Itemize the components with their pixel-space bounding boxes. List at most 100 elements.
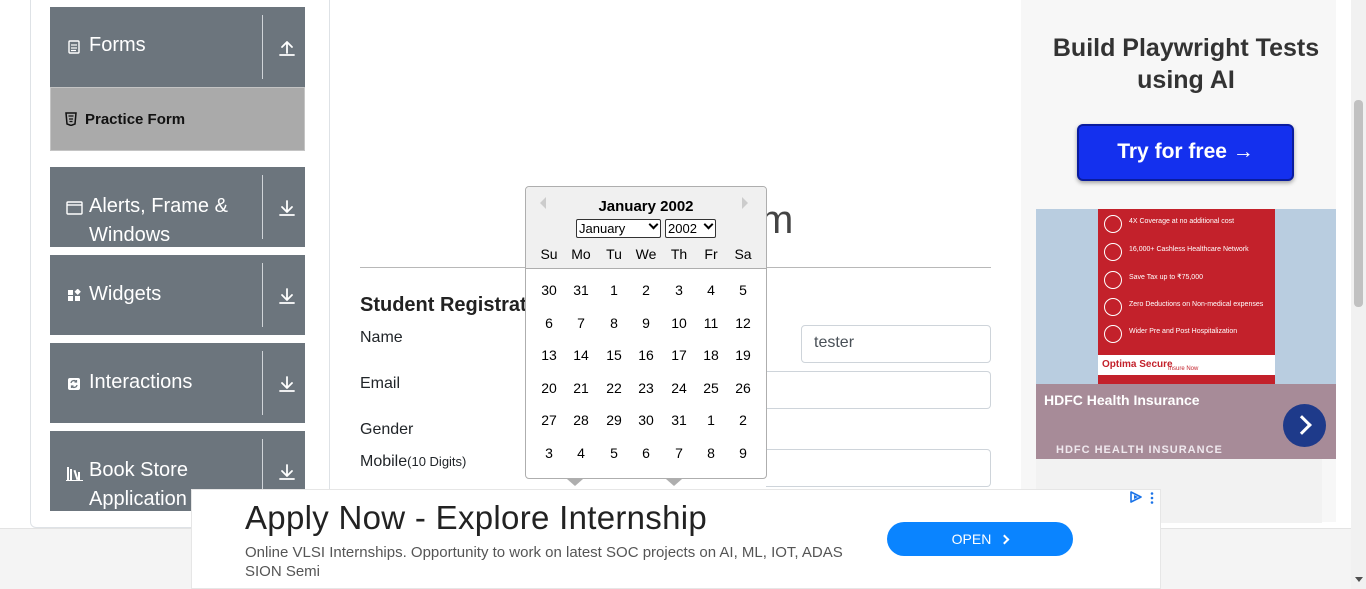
calendar-day[interactable]: 2 bbox=[630, 277, 662, 303]
ad-hdfc-item: Save Tax up to ₹75,000 bbox=[1104, 271, 1274, 291]
sidebar-group-title: Widgets bbox=[89, 283, 162, 305]
expand-arrow-icon[interactable] bbox=[278, 463, 296, 481]
ad-next-arrow-icon[interactable] bbox=[1283, 404, 1326, 447]
open-button[interactable]: OPEN bbox=[887, 522, 1073, 556]
calendar-day[interactable]: 18 bbox=[695, 342, 727, 368]
calendar-day[interactable]: 28 bbox=[565, 407, 597, 433]
email-input[interactable] bbox=[766, 371, 991, 409]
calendar-day[interactable]: 8 bbox=[695, 440, 727, 466]
calendar-day[interactable]: 29 bbox=[598, 407, 630, 433]
mobile-hint: (10 Digits) bbox=[407, 454, 467, 469]
calendar-day[interactable]: 13 bbox=[533, 342, 565, 368]
sidebar-group-interactions[interactable]: Interactions bbox=[50, 343, 305, 423]
open-button-label: OPEN bbox=[951, 531, 992, 547]
ad-hdfc-cta[interactable]: Insure Now bbox=[1168, 366, 1198, 372]
calendar-day[interactable]: 31 bbox=[565, 277, 597, 303]
calendar-day[interactable]: 27 bbox=[533, 407, 565, 433]
hospital-icon bbox=[1104, 243, 1122, 261]
calendar-day[interactable]: 8 bbox=[598, 310, 630, 336]
calendar-day[interactable]: 4 bbox=[695, 277, 727, 303]
calendar-day[interactable]: 12 bbox=[727, 310, 759, 336]
ad-internship-title[interactable]: Apply Now - Explore Internship bbox=[245, 499, 707, 537]
divider bbox=[262, 15, 263, 79]
sidebar-item-practice-form[interactable]: Practice Form bbox=[50, 87, 305, 151]
calendar-day[interactable]: 3 bbox=[533, 440, 565, 466]
year-select-value: 2002 bbox=[668, 221, 697, 236]
tax-icon bbox=[1104, 271, 1122, 289]
chevron-down-icon bbox=[648, 219, 659, 230]
calendar-day[interactable]: 26 bbox=[727, 375, 759, 401]
ad-hdfc-footer: HDFC Health Insurance HDFC HEALTH INSURA… bbox=[1036, 384, 1336, 459]
more-options-icon[interactable] bbox=[1150, 492, 1154, 504]
html5-icon bbox=[65, 112, 77, 126]
calendar-day[interactable]: 19 bbox=[727, 342, 759, 368]
chevron-down-icon bbox=[703, 219, 714, 230]
weekday-label: Fr bbox=[704, 246, 718, 262]
ad-internship[interactable]: Apply Now - Explore Internship Online VL… bbox=[191, 489, 1161, 589]
expand-arrow-icon[interactable] bbox=[278, 199, 296, 217]
calendar-day[interactable]: 17 bbox=[663, 342, 695, 368]
sidebar-group-alerts[interactable]: Alerts, Frame & Windows bbox=[50, 167, 305, 247]
calendar-day[interactable]: 24 bbox=[663, 375, 695, 401]
ad-hdfc-item: Wider Pre and Post Hospitalization bbox=[1104, 325, 1274, 345]
ad-hdfc-name: HDFC Health Insurance bbox=[1044, 392, 1200, 408]
collapse-arrow-icon[interactable] bbox=[278, 39, 296, 57]
datepicker-pointer bbox=[567, 479, 583, 486]
form-heading: Student Registratio bbox=[360, 294, 545, 316]
mobile-input[interactable] bbox=[766, 449, 991, 487]
calendar-day[interactable]: 9 bbox=[727, 440, 759, 466]
calendar-day[interactable]: 20 bbox=[533, 375, 565, 401]
shield-icon bbox=[1104, 215, 1122, 233]
calendar-day[interactable]: 7 bbox=[663, 440, 695, 466]
calendar-day[interactable]: 22 bbox=[598, 375, 630, 401]
divider bbox=[262, 175, 263, 239]
scrollbar[interactable] bbox=[1351, 0, 1366, 589]
calendar-day[interactable]: 25 bbox=[695, 375, 727, 401]
datepicker: January 2002 January 2002 Su Mo Tu We Th Fr Sa… bbox=[525, 186, 767, 479]
datepicker-header: January 2002 January 2002 Su Mo Tu We Th Fr Sa bbox=[526, 187, 766, 269]
sidebar-group-forms[interactable]: Forms bbox=[50, 7, 305, 87]
widgets-icon bbox=[68, 289, 81, 301]
calendar-day[interactable]: 31 bbox=[663, 407, 695, 433]
mobile-label-text: Mobile bbox=[360, 453, 408, 470]
calendar-day[interactable]: 14 bbox=[565, 342, 597, 368]
calendar-day[interactable]: 1 bbox=[695, 407, 727, 433]
sidebar-group-widgets[interactable]: Widgets bbox=[50, 255, 305, 335]
calendar-day[interactable]: 11 bbox=[695, 310, 727, 336]
calendar-day[interactable]: 7 bbox=[565, 310, 597, 336]
ad-hdfc[interactable]: 4X Coverage at no additional cost 16,000… bbox=[1036, 209, 1336, 459]
scroll-down-icon[interactable] bbox=[1355, 577, 1363, 582]
scrollbar-thumb[interactable] bbox=[1354, 100, 1363, 307]
calendar-day[interactable]: 6 bbox=[630, 440, 662, 466]
sidebar-group-title: Forms bbox=[89, 34, 146, 56]
sidebar-group-title: Alerts, Frame & Windows bbox=[89, 195, 228, 246]
try-for-free-button[interactable]: Try for free → bbox=[1077, 124, 1294, 181]
expand-arrow-icon[interactable] bbox=[278, 287, 296, 305]
month-select[interactable]: January bbox=[576, 219, 661, 238]
calendar-day[interactable]: 21 bbox=[565, 375, 597, 401]
calendar-day[interactable]: 3 bbox=[663, 277, 695, 303]
calendar-day[interactable]: 9 bbox=[630, 310, 662, 336]
calendar-day[interactable]: 4 bbox=[565, 440, 597, 466]
adchoices-icon[interactable] bbox=[1129, 491, 1143, 503]
calendar-day[interactable]: 16 bbox=[630, 342, 662, 368]
calendar-day[interactable]: 5 bbox=[727, 277, 759, 303]
last-name-input[interactable]: tester bbox=[801, 325, 991, 363]
books-icon bbox=[66, 467, 83, 481]
calendar-day[interactable]: 1 bbox=[598, 277, 630, 303]
ad-playwright-title: Build Playwright Tests using AI bbox=[1052, 34, 1320, 94]
calendar-day[interactable]: 6 bbox=[533, 310, 565, 336]
calendar-day[interactable]: 10 bbox=[663, 310, 695, 336]
calendar-day[interactable]: 15 bbox=[598, 342, 630, 368]
expand-arrow-icon[interactable] bbox=[278, 375, 296, 393]
divider bbox=[262, 263, 263, 327]
weekday-label: Mo bbox=[571, 246, 591, 262]
calendar-day[interactable]: 2 bbox=[727, 407, 759, 433]
document-icon bbox=[68, 40, 80, 54]
year-select[interactable]: 2002 bbox=[665, 219, 716, 238]
calendar-day[interactable]: 30 bbox=[630, 407, 662, 433]
calendar-day[interactable]: 5 bbox=[598, 440, 630, 466]
calendar-day[interactable]: 23 bbox=[630, 375, 662, 401]
calendar-day[interactable]: 30 bbox=[533, 277, 565, 303]
ad-hdfc-item: Zero Deductions on Non-medical expenses bbox=[1104, 298, 1274, 318]
